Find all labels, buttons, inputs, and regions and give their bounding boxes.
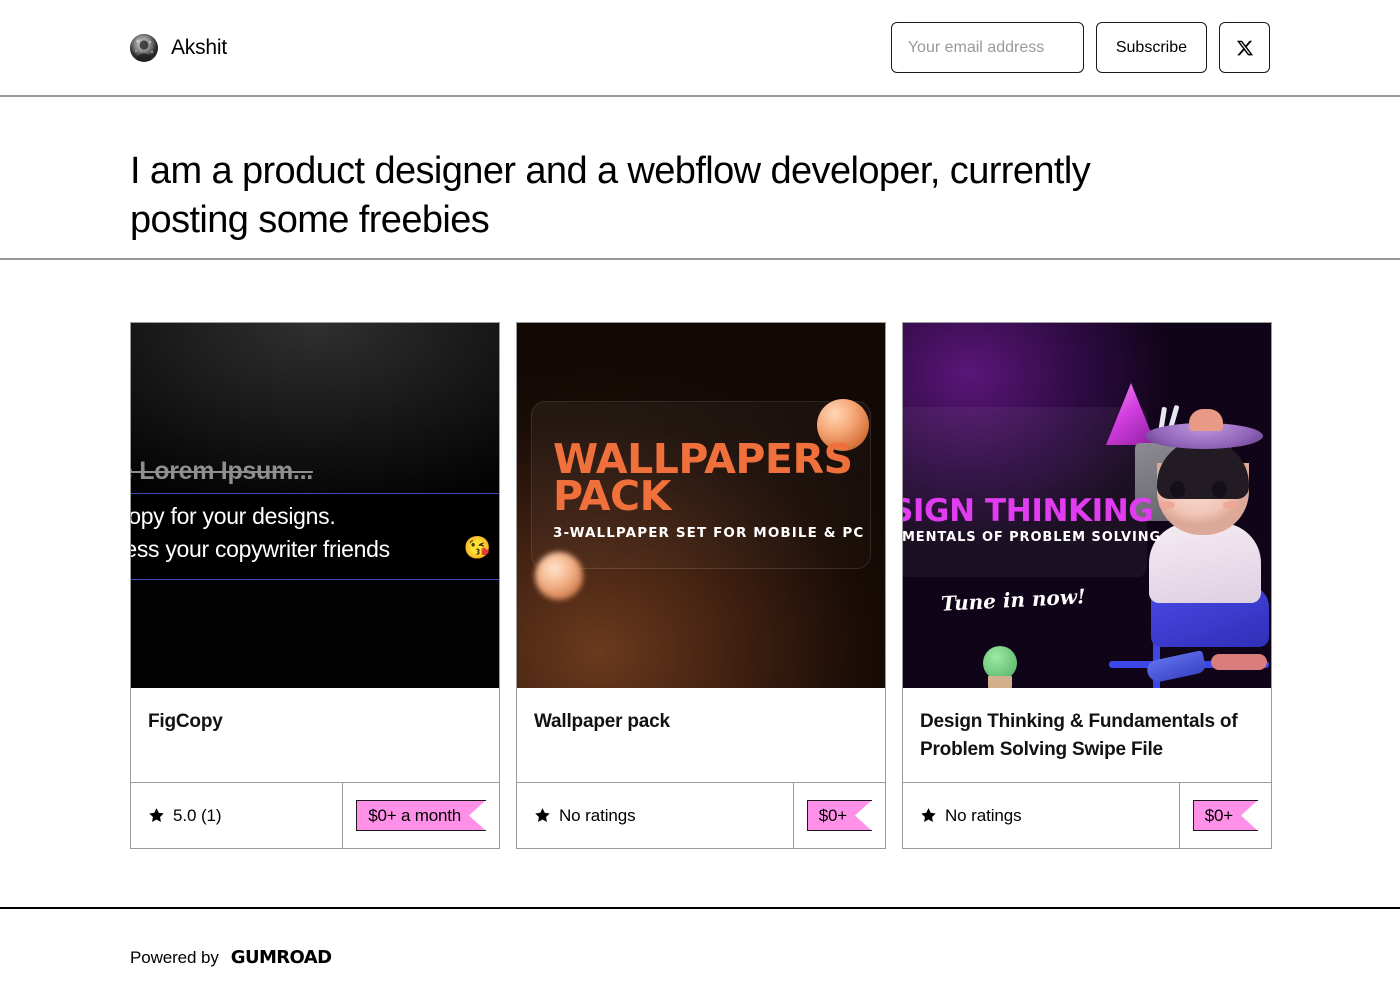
price-tag[interactable]: $0+ a month: [356, 800, 486, 831]
thumb-orb-bottom: [535, 552, 583, 600]
kissing-face-emoji: 😘: [463, 535, 491, 560]
thumb-subtitle: AMENTALS OF PROBLEM SOLVING: [903, 530, 1162, 545]
product-price-cell: $0+: [794, 783, 885, 848]
email-input[interactable]: [890, 22, 1084, 73]
product-grid: e Lorem Ipsum... copy for your designs. …: [130, 322, 1272, 849]
gumroad-logo: Gumroad: [230, 940, 332, 969]
products-section: e Lorem Ipsum... copy for your designs. …: [0, 260, 1400, 849]
product-thumbnail-figcopy[interactable]: e Lorem Ipsum... copy for your designs. …: [131, 323, 499, 688]
powered-by-gumroad[interactable]: Powered by Gumroad: [130, 940, 332, 969]
x-twitter-link[interactable]: [1219, 22, 1270, 73]
star-icon: [534, 807, 551, 824]
character-eye: [1170, 481, 1185, 498]
brand[interactable]: Akshit: [130, 33, 227, 62]
avatar: [130, 33, 158, 62]
product-title-box: Design Thinking & Fundamentals of Proble…: [903, 688, 1271, 783]
x-twitter-icon: [1236, 39, 1254, 57]
product-card[interactable]: SIGN THINKING AMENTALS OF PROBLEM SOLVIN…: [902, 322, 1272, 849]
thumb-title: WALLPAPERS PACK: [553, 435, 853, 520]
bio-text: I am a product designer and a webflow de…: [130, 150, 1091, 241]
product-footer: No ratings $0+: [517, 783, 885, 848]
plant-icon: [983, 646, 1017, 680]
thumb-screen-panel: [903, 407, 1147, 577]
powered-by-label: Powered by: [130, 948, 219, 967]
character-cheek: [1223, 501, 1239, 509]
price-tag[interactable]: $0+: [806, 800, 873, 831]
product-card[interactable]: e Lorem Ipsum... copy for your designs. …: [130, 322, 500, 849]
plant-pot-icon: [988, 676, 1012, 688]
thumb-line-1: copy for your designs.: [131, 503, 336, 529]
character-body: [1149, 523, 1261, 603]
star-icon: [920, 807, 937, 824]
product-price-cell: $0+: [1180, 783, 1271, 848]
brand-name: Akshit: [171, 35, 227, 59]
thumb-line-2: ress your copywriter friends: [131, 536, 390, 562]
product-footer: No ratings $0+: [903, 783, 1271, 848]
product-footer: 5.0 (1) $0+ a month: [131, 783, 499, 848]
thumb-title: SIGN THINKING: [903, 493, 1154, 529]
product-title: FigCopy: [148, 711, 223, 732]
product-card[interactable]: WALLPAPERS PACK 3-WALLPAPER SET FOR MOBI…: [516, 322, 886, 849]
star-icon: [148, 807, 165, 824]
product-thumbnail-wallpaper[interactable]: WALLPAPERS PACK 3-WALLPAPER SET FOR MOBI…: [517, 323, 885, 688]
site-footer: Powered by Gumroad: [0, 907, 1400, 1000]
product-rating: 5.0 (1): [131, 783, 344, 848]
product-rating: No ratings: [517, 783, 794, 848]
thumb-strikethrough-text: e Lorem Ipsum...: [131, 457, 313, 485]
product-title: Design Thinking & Fundamentals of Proble…: [920, 711, 1238, 760]
product-price-cell: $0+ a month: [343, 783, 499, 848]
stool-shape: [1211, 654, 1267, 670]
rating-text: No ratings: [945, 805, 1022, 825]
character-eye: [1212, 481, 1227, 498]
character-cheek: [1159, 501, 1175, 509]
thumb-subtitle: 3-WALLPAPER SET FOR MOBILE & PC: [553, 525, 865, 541]
product-rating: No ratings: [903, 783, 1180, 848]
subscribe-button[interactable]: Subscribe: [1095, 22, 1207, 73]
header-actions: Subscribe: [890, 22, 1270, 73]
product-title-box: Wallpaper pack: [517, 688, 885, 783]
price-tag[interactable]: $0+: [1192, 800, 1259, 831]
site-header: Akshit Subscribe: [0, 0, 1400, 97]
rating-text: No ratings: [559, 805, 636, 825]
rating-text: 5.0 (1): [173, 805, 222, 825]
bio-section: I am a product designer and a webflow de…: [0, 97, 1400, 260]
product-title: Wallpaper pack: [534, 711, 670, 732]
product-title-box: FigCopy: [131, 688, 499, 783]
product-thumbnail-design-thinking[interactable]: SIGN THINKING AMENTALS OF PROBLEM SOLVIN…: [903, 323, 1271, 688]
character-hat-crown: [1189, 409, 1223, 431]
